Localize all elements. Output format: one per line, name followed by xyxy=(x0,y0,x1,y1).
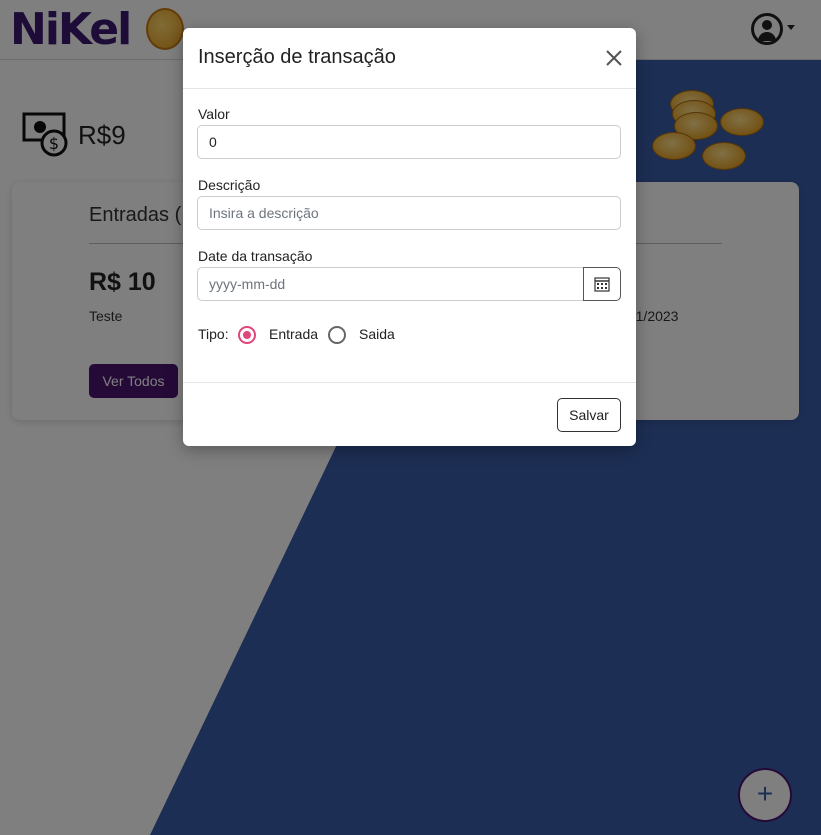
valor-input[interactable] xyxy=(197,125,621,159)
modal-header: Inserção de transação xyxy=(183,28,636,89)
data-label: Date da transação xyxy=(198,248,313,264)
save-button[interactable]: Salvar xyxy=(557,398,621,432)
radio-saida-label[interactable]: Saida xyxy=(359,326,395,342)
transaction-modal: Inserção de transação Valor Descrição Da… xyxy=(183,28,636,446)
radio-entrada-label[interactable]: Entrada xyxy=(269,326,318,342)
radio-saida[interactable] xyxy=(328,326,346,344)
calendar-icon xyxy=(594,277,610,292)
calendar-button[interactable] xyxy=(583,267,621,301)
descricao-label: Descrição xyxy=(198,177,261,193)
descricao-input[interactable] xyxy=(197,196,621,230)
modal-title: Inserção de transação xyxy=(198,46,396,68)
valor-label: Valor xyxy=(198,106,230,122)
date-input[interactable] xyxy=(197,267,584,301)
tipo-label: Tipo: xyxy=(198,326,229,342)
close-icon[interactable] xyxy=(603,47,625,69)
modal-footer-divider xyxy=(183,382,636,383)
radio-entrada[interactable] xyxy=(238,326,256,344)
